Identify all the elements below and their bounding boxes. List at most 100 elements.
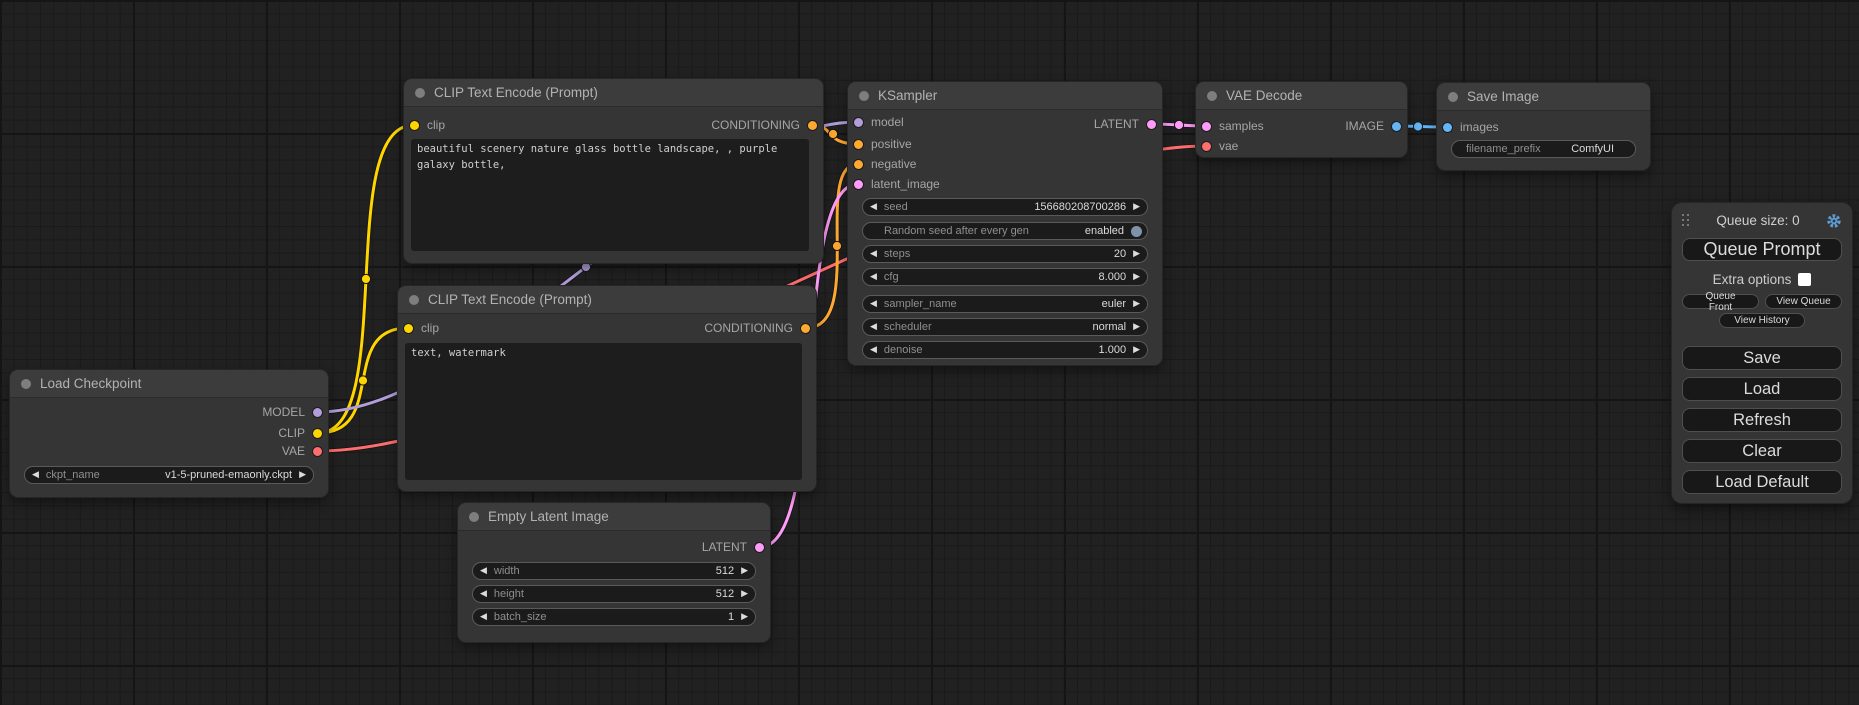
port-samples-input[interactable] [1202,122,1211,131]
decrement-arrow-icon[interactable]: ◀ [870,323,877,332]
collapse-dot-icon[interactable] [1207,91,1217,101]
widget-label: sampler_name [884,298,1102,310]
collapse-dot-icon[interactable] [859,91,869,101]
node-titlebar[interactable]: CLIP Text Encode (Prompt) [404,79,823,107]
node-save-image[interactable]: Save Image images filename_prefix ComfyU… [1437,83,1650,170]
port-vae-input[interactable] [1202,142,1211,151]
increment-arrow-icon[interactable]: ▶ [299,471,306,480]
widget-batch-size[interactable]: ◀ batch_size 1 ▶ [472,608,756,626]
port-latent-output[interactable] [755,543,764,552]
increment-arrow-icon[interactable]: ▶ [1133,203,1140,212]
widget-random-seed-toggle[interactable]: Random seed after every gen enabled [862,222,1148,240]
link-dot [832,241,841,250]
widget-sampler-name[interactable]: ◀ sampler_name euler ▶ [862,295,1148,313]
load-default-button[interactable]: Load Default [1682,470,1842,494]
widget-steps[interactable]: ◀ steps 20 ▶ [862,245,1148,263]
decrement-arrow-icon[interactable]: ◀ [32,471,39,480]
node-title: CLIP Text Encode (Prompt) [434,85,598,100]
increment-arrow-icon[interactable]: ▶ [1133,250,1140,259]
widget-height[interactable]: ◀ height 512 ▶ [472,585,756,603]
decrement-arrow-icon[interactable]: ◀ [480,590,487,599]
increment-arrow-icon[interactable]: ▶ [1133,346,1140,355]
node-titlebar[interactable]: VAE Decode [1196,82,1407,110]
decrement-arrow-icon[interactable]: ◀ [870,300,877,309]
widget-ckpt-name[interactable]: ◀ ckpt_name v1-5-pruned-emaonly.ckpt ▶ [24,466,314,484]
port-clip-input[interactable] [410,121,419,130]
port-negative-input[interactable] [854,160,863,169]
collapse-dot-icon[interactable] [469,512,479,522]
widget-seed[interactable]: ◀ seed 156680208700286 ▶ [862,198,1148,216]
port-images-input[interactable] [1443,123,1452,132]
decrement-arrow-icon[interactable]: ◀ [480,567,487,576]
decrement-arrow-icon[interactable]: ◀ [870,250,877,259]
output-label-conditioning: CONDITIONING [711,118,800,132]
decrement-arrow-icon[interactable]: ◀ [480,613,487,622]
widget-value: v1-5-pruned-emaonly.ckpt [165,469,292,481]
positive-prompt-textarea[interactable]: beautiful scenery nature glass bottle la… [411,139,809,251]
view-history-button[interactable]: View History [1719,313,1805,328]
decrement-arrow-icon[interactable]: ◀ [870,203,877,212]
node-titlebar[interactable]: KSampler [848,82,1162,110]
port-latent-output[interactable] [1147,120,1156,129]
node-titlebar[interactable]: Save Image [1437,83,1650,111]
node-ksampler[interactable]: KSampler model positive negative latent_… [848,82,1162,365]
port-clip-input[interactable] [404,324,413,333]
load-button[interactable]: Load [1682,377,1842,401]
node-clip-text-encode-negative[interactable]: CLIP Text Encode (Prompt) clip CONDITION… [398,286,816,491]
decrement-arrow-icon[interactable]: ◀ [870,346,877,355]
toggle-dot-icon[interactable] [1131,226,1142,237]
widget-scheduler[interactable]: ◀ scheduler normal ▶ [862,318,1148,336]
decrement-arrow-icon[interactable]: ◀ [870,273,877,282]
queue-front-button[interactable]: Queue Front [1682,294,1759,309]
port-clip-output[interactable] [313,429,322,438]
queue-prompt-button[interactable]: Queue Prompt [1682,238,1842,261]
widget-width[interactable]: ◀ width 512 ▶ [472,562,756,580]
port-model-output[interactable] [313,408,322,417]
widget-denoise[interactable]: ◀ denoise 1.000 ▶ [862,341,1148,359]
extra-options-checkbox[interactable] [1798,273,1811,286]
view-queue-button[interactable]: View Queue [1765,294,1842,309]
widget-label: denoise [884,344,1099,356]
widget-value: 20 [1114,248,1126,260]
increment-arrow-icon[interactable]: ▶ [741,613,748,622]
queue-size-label: Queue size: 0 [1690,213,1826,228]
node-titlebar[interactable]: Empty Latent Image [458,503,770,531]
port-positive-input[interactable] [854,140,863,149]
collapse-dot-icon[interactable] [409,295,419,305]
node-title: Load Checkpoint [40,376,141,391]
increment-arrow-icon[interactable]: ▶ [1133,273,1140,282]
negative-prompt-textarea[interactable]: text, watermark [405,343,802,480]
port-vae-output[interactable] [313,447,322,456]
collapse-dot-icon[interactable] [1448,92,1458,102]
widget-value: 512 [716,565,734,577]
node-titlebar[interactable]: Load Checkpoint [10,370,328,398]
increment-arrow-icon[interactable]: ▶ [1133,300,1140,309]
settings-gear-icon[interactable] [1826,213,1842,229]
node-title: VAE Decode [1226,88,1302,103]
collapse-dot-icon[interactable] [415,88,425,98]
output-label-latent: LATENT [1094,117,1139,131]
node-clip-text-encode-positive[interactable]: CLIP Text Encode (Prompt) clip CONDITION… [404,79,823,263]
port-latent-image-input[interactable] [854,180,863,189]
node-titlebar[interactable]: CLIP Text Encode (Prompt) [398,286,816,314]
widget-cfg[interactable]: ◀ cfg 8.000 ▶ [862,268,1148,286]
refresh-button[interactable]: Refresh [1682,408,1842,432]
node-vae-decode[interactable]: VAE Decode samples vae IMAGE [1196,82,1407,157]
increment-arrow-icon[interactable]: ▶ [741,590,748,599]
increment-arrow-icon[interactable]: ▶ [741,567,748,576]
drag-handle-icon[interactable] [1682,214,1690,227]
link-dot [358,376,367,385]
node-load-checkpoint[interactable]: Load Checkpoint MODEL CLIP VAE ◀ ckpt_na… [10,370,328,497]
node-empty-latent-image[interactable]: Empty Latent Image LATENT ◀ width 512 ▶ … [458,503,770,642]
collapse-dot-icon[interactable] [21,379,31,389]
clear-button[interactable]: Clear [1682,439,1842,463]
save-button[interactable]: Save [1682,346,1842,370]
widget-filename-prefix[interactable]: filename_prefix ComfyUI [1451,140,1636,158]
port-conditioning-output[interactable] [801,324,810,333]
input-label-clip: clip [427,118,445,132]
port-image-output[interactable] [1392,122,1401,131]
port-conditioning-output[interactable] [808,121,817,130]
port-model-input[interactable] [854,118,863,127]
increment-arrow-icon[interactable]: ▶ [1133,323,1140,332]
widget-value: 1.000 [1099,344,1127,356]
